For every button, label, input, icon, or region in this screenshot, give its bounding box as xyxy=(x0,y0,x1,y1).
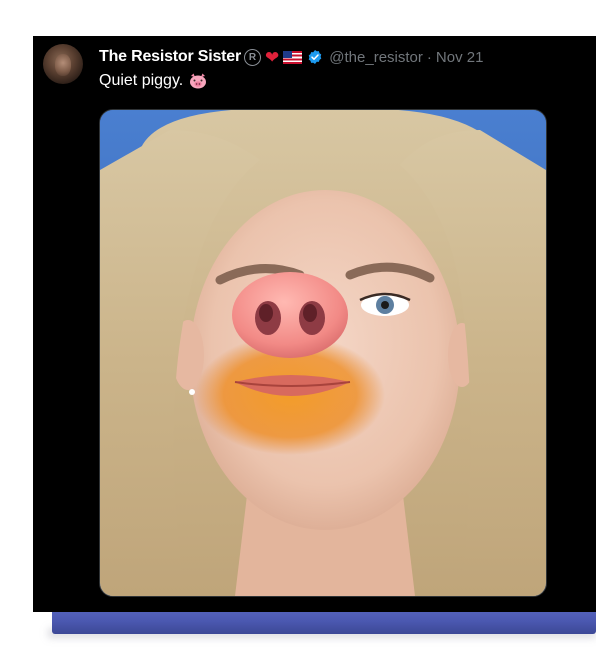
tweet-timestamp[interactable]: Nov 21 xyxy=(436,49,484,66)
registered-mark-icon: R xyxy=(244,48,262,66)
tweet-media-photo[interactable] xyxy=(99,109,547,597)
us-flag-icon xyxy=(283,50,303,64)
tweet-card[interactable]: The Resistor Sister R ❤ @the_resistor · … xyxy=(33,36,596,612)
red-heart-icon: ❤ xyxy=(265,47,280,67)
tweet-text: Quiet piggy. xyxy=(99,72,207,90)
pig-face-icon xyxy=(189,73,207,89)
display-name[interactable]: The Resistor Sister xyxy=(99,48,241,66)
screenshot-stage: The Resistor Sister R ❤ @the_resistor · … xyxy=(0,0,596,662)
photo-illustration xyxy=(100,110,546,596)
tweet-header: The Resistor Sister R ❤ @the_resistor · … xyxy=(99,46,483,68)
user-handle[interactable]: @the_resistor xyxy=(329,49,423,66)
avatar[interactable] xyxy=(43,44,83,84)
meta-separator: · xyxy=(426,48,432,66)
verified-badge-icon[interactable] xyxy=(307,49,323,65)
tweet-text-body: Quiet piggy. xyxy=(99,72,184,89)
avatar-face xyxy=(55,54,71,76)
